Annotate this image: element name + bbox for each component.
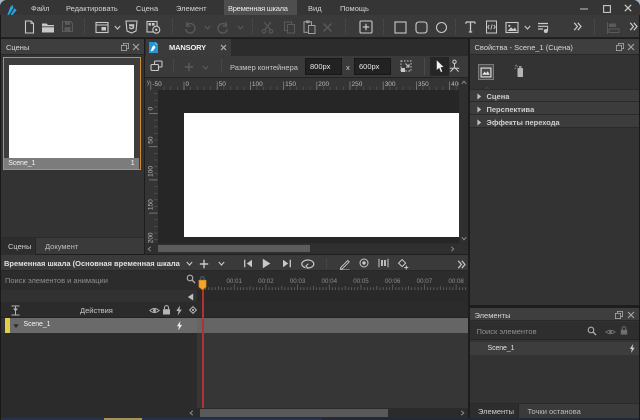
svg-text:400: 400 <box>451 81 459 88</box>
svg-text:150: 150 <box>148 199 155 210</box>
svg-text:00:01: 00:01 <box>226 278 242 285</box>
svg-text:00:05: 00:05 <box>353 278 369 285</box>
svg-text:150: 150 <box>285 81 296 88</box>
svg-text:250: 250 <box>352 81 363 88</box>
svg-text:00:06: 00:06 <box>385 278 401 285</box>
svg-text:00:04: 00:04 <box>322 278 338 285</box>
svg-text:50: 50 <box>219 81 227 88</box>
svg-text:350: 350 <box>418 81 429 88</box>
svg-text:200: 200 <box>318 81 329 88</box>
svg-text:100: 100 <box>252 81 263 88</box>
svg-text:00:03: 00:03 <box>290 278 306 285</box>
svg-text:-50: -50 <box>152 81 162 88</box>
svg-text:00:02: 00:02 <box>258 278 274 285</box>
svg-text:0: 0 <box>148 107 155 111</box>
svg-text:50: 50 <box>148 136 155 144</box>
svg-text:00:08: 00:08 <box>448 278 464 285</box>
svg-text:300: 300 <box>385 81 396 88</box>
svg-text:200: 200 <box>148 232 155 243</box>
svg-text:00:07: 00:07 <box>417 278 433 285</box>
svg-text:100: 100 <box>148 166 155 177</box>
svg-text:0: 0 <box>186 81 190 88</box>
